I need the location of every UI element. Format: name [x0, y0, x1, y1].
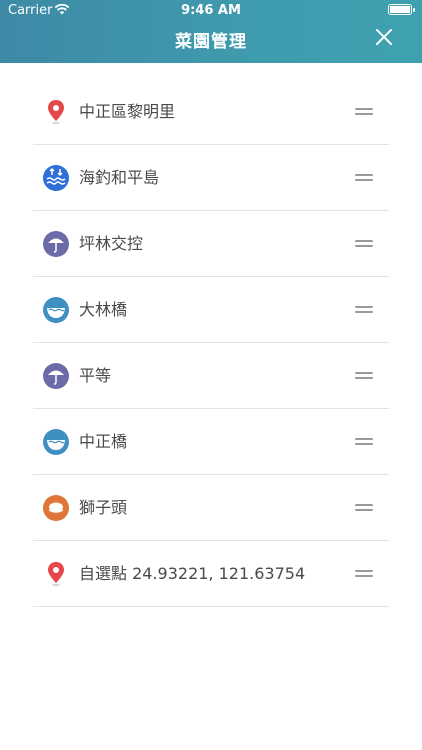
app-header: Carrier 9:46 AM 菜園管理: [0, 0, 422, 63]
close-button[interactable]: [374, 27, 394, 47]
garden-list: 中正區黎明里 海釣和平島 坪林交控 大林橋 平等 中正橋 獅子頭 自選點 24.…: [33, 79, 389, 607]
sea-waves-icon: [43, 165, 69, 191]
drag-handle-icon[interactable]: [355, 504, 373, 512]
drag-handle-icon[interactable]: [355, 372, 373, 380]
fish-cake-icon: [43, 495, 69, 521]
list-item[interactable]: 自選點 24.93221, 121.63754: [33, 541, 389, 607]
umbrella-icon: [43, 231, 69, 257]
status-time: 9:46 AM: [181, 3, 241, 18]
drag-handle-icon[interactable]: [355, 108, 373, 116]
list-item-label: 坪林交控: [79, 234, 144, 253]
list-item-label: 中正區黎明里: [79, 102, 176, 121]
list-item-label: 獅子頭: [79, 498, 128, 517]
list-item-label: 自選點 24.93221, 121.63754: [79, 564, 306, 583]
list-item-label: 海釣和平島: [79, 168, 160, 187]
status-bar: Carrier 9:46 AM: [0, 0, 422, 22]
list-item-label: 大林橋: [79, 300, 128, 319]
list-item[interactable]: 中正橋: [33, 409, 389, 475]
water-bowl-icon: [43, 429, 69, 455]
list-item-label: 中正橋: [79, 432, 128, 451]
list-item-label: 平等: [79, 366, 112, 385]
location-pin-icon: [48, 100, 64, 125]
list-item[interactable]: 中正區黎明里: [33, 79, 389, 145]
list-item[interactable]: 海釣和平島: [33, 145, 389, 211]
location-pin-icon: [48, 562, 64, 587]
battery-icon: [388, 4, 415, 15]
drag-handle-icon[interactable]: [355, 306, 373, 314]
page-title: 菜園管理: [175, 32, 247, 52]
list-item[interactable]: 坪林交控: [33, 211, 389, 277]
drag-handle-icon[interactable]: [355, 570, 373, 578]
drag-handle-icon[interactable]: [355, 240, 373, 248]
list-item[interactable]: 大林橋: [33, 277, 389, 343]
water-bowl-icon: [43, 297, 69, 323]
drag-handle-icon[interactable]: [355, 174, 373, 182]
list-item[interactable]: 獅子頭: [33, 475, 389, 541]
drag-handle-icon[interactable]: [355, 438, 373, 446]
umbrella-icon: [43, 363, 69, 389]
list-item[interactable]: 平等: [33, 343, 389, 409]
